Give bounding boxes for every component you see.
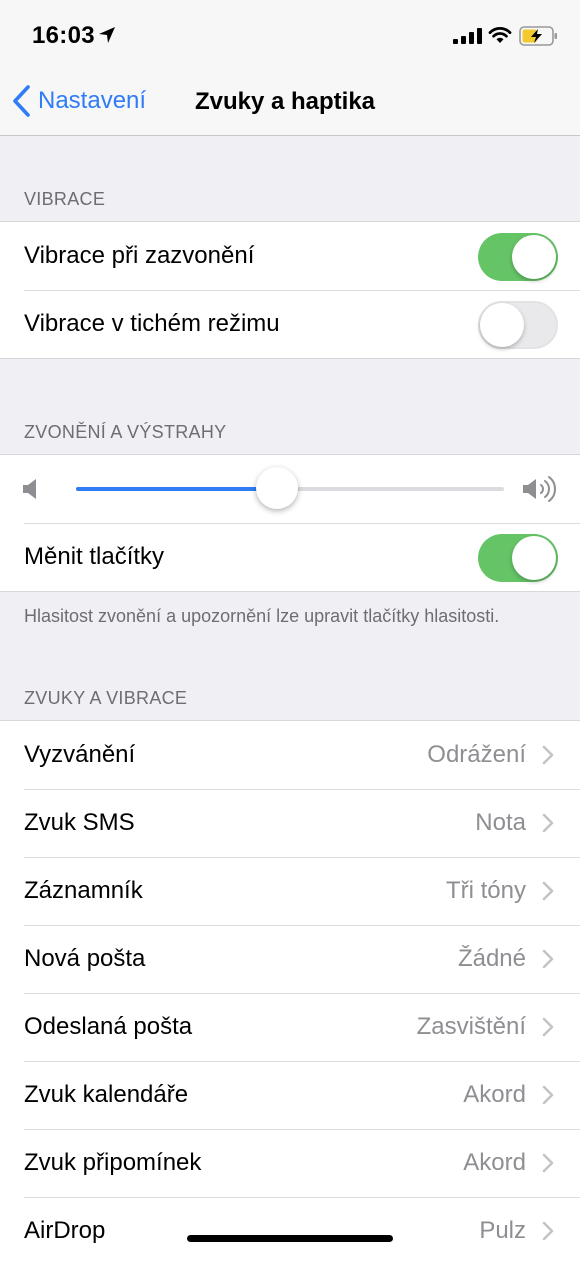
cellular-signal-icon <box>453 28 482 44</box>
row-reminder-sound[interactable]: Zvuk připomínek Akord <box>0 1129 580 1197</box>
chevron-right-icon <box>542 813 554 833</box>
row-label: Odeslaná pošta <box>24 1013 193 1040</box>
row-value: Žádné <box>457 945 526 972</box>
battery-charging-icon <box>519 26 557 46</box>
row-vibrate-on-ring: Vibrace při zazvonění <box>0 222 580 290</box>
row-label: Vibrace při zazvonění <box>24 242 255 269</box>
toggle-knob <box>512 536 556 580</box>
speaker-high-icon <box>523 476 556 502</box>
volume-slider[interactable] <box>76 467 504 509</box>
row-label: Zvuk SMS <box>24 809 135 836</box>
volume-fill <box>76 487 278 491</box>
ringer-group: Měnit tlačítky <box>0 454 580 592</box>
page-title: Zvuky a haptika <box>194 88 376 115</box>
row-sent-mail[interactable]: Odeslaná pošta Zasvištění <box>0 993 580 1061</box>
row-value: Akord <box>463 1081 526 1108</box>
row-label: Záznamník <box>24 877 143 904</box>
chevron-right-icon <box>542 1221 554 1241</box>
row-change-with-buttons: Měnit tlačítky <box>0 523 580 591</box>
row-label: Nová pošta <box>24 945 146 972</box>
row-label: Vyzvánění <box>24 741 136 768</box>
wifi-icon <box>488 27 512 43</box>
home-indicator[interactable] <box>187 1235 393 1242</box>
row-label: Zvuk připomínek <box>24 1149 202 1176</box>
ringer-footnote: Hlasitost zvonění a upozornění lze uprav… <box>24 606 500 626</box>
chevron-right-icon <box>542 949 554 969</box>
row-new-mail[interactable]: Nová pošta Žádné <box>0 925 580 993</box>
speaker-low-icon <box>23 479 36 499</box>
toggle-knob <box>512 235 556 279</box>
row-label: Vibrace v tichém režimu <box>24 310 280 337</box>
row-sms-sound[interactable]: Zvuk SMS Nota <box>0 789 580 857</box>
toggle-change-with-buttons[interactable] <box>478 534 558 582</box>
row-value: Zasvištění <box>416 1013 526 1040</box>
vibration-group: Vibrace při zazvonění Vibrace v tichém r… <box>0 221 580 359</box>
chevron-right-icon <box>542 1085 554 1105</box>
row-airdrop[interactable]: AirDrop Pulz <box>0 1197 580 1265</box>
row-value: Pulz <box>479 1217 526 1244</box>
row-value: Odrážení <box>427 741 526 768</box>
volume-slider-thumb[interactable] <box>256 467 299 509</box>
toggle-vibrate-silent[interactable] <box>478 301 558 349</box>
section-header-sounds: ZVUKY A VIBRACE <box>24 688 188 708</box>
chevron-right-icon <box>542 745 554 765</box>
row-value: Tři tóny <box>445 877 526 904</box>
status-time: 16:03 <box>32 22 95 49</box>
section-header-ringer: ZVONĚNÍ A VÝSTRAHY <box>24 422 227 442</box>
row-value: Nota <box>475 809 526 836</box>
chevron-right-icon <box>542 881 554 901</box>
chevron-right-icon <box>542 1017 554 1037</box>
row-calendar-sound[interactable]: Zvuk kalendáře Akord <box>0 1061 580 1129</box>
row-label: Měnit tlačítky <box>24 543 165 570</box>
status-bar: 16:03 <box>0 0 580 70</box>
section-header-vibrace: VIBRACE <box>24 189 106 209</box>
toggle-vibrate-on-ring[interactable] <box>478 233 558 281</box>
sounds-group: Vyzvánění Odrážení Zvuk SMS Nota Záznamn… <box>0 720 580 1265</box>
row-vibrate-silent: Vibrace v tichém režimu <box>0 290 580 358</box>
navigation-bar: Nastavení Zvuky a haptika <box>0 70 580 136</box>
row-ringtone[interactable]: Vyzvánění Odrážení <box>0 721 580 789</box>
volume-slider-row <box>0 455 580 523</box>
row-value: Akord <box>463 1149 526 1176</box>
row-voicemail[interactable]: Záznamník Tři tóny <box>0 857 580 925</box>
location-arrow-icon <box>99 27 115 43</box>
row-label: AirDrop <box>24 1217 106 1244</box>
toggle-knob <box>480 303 524 347</box>
row-label: Zvuk kalendáře <box>24 1081 189 1108</box>
chevron-right-icon <box>542 1153 554 1173</box>
